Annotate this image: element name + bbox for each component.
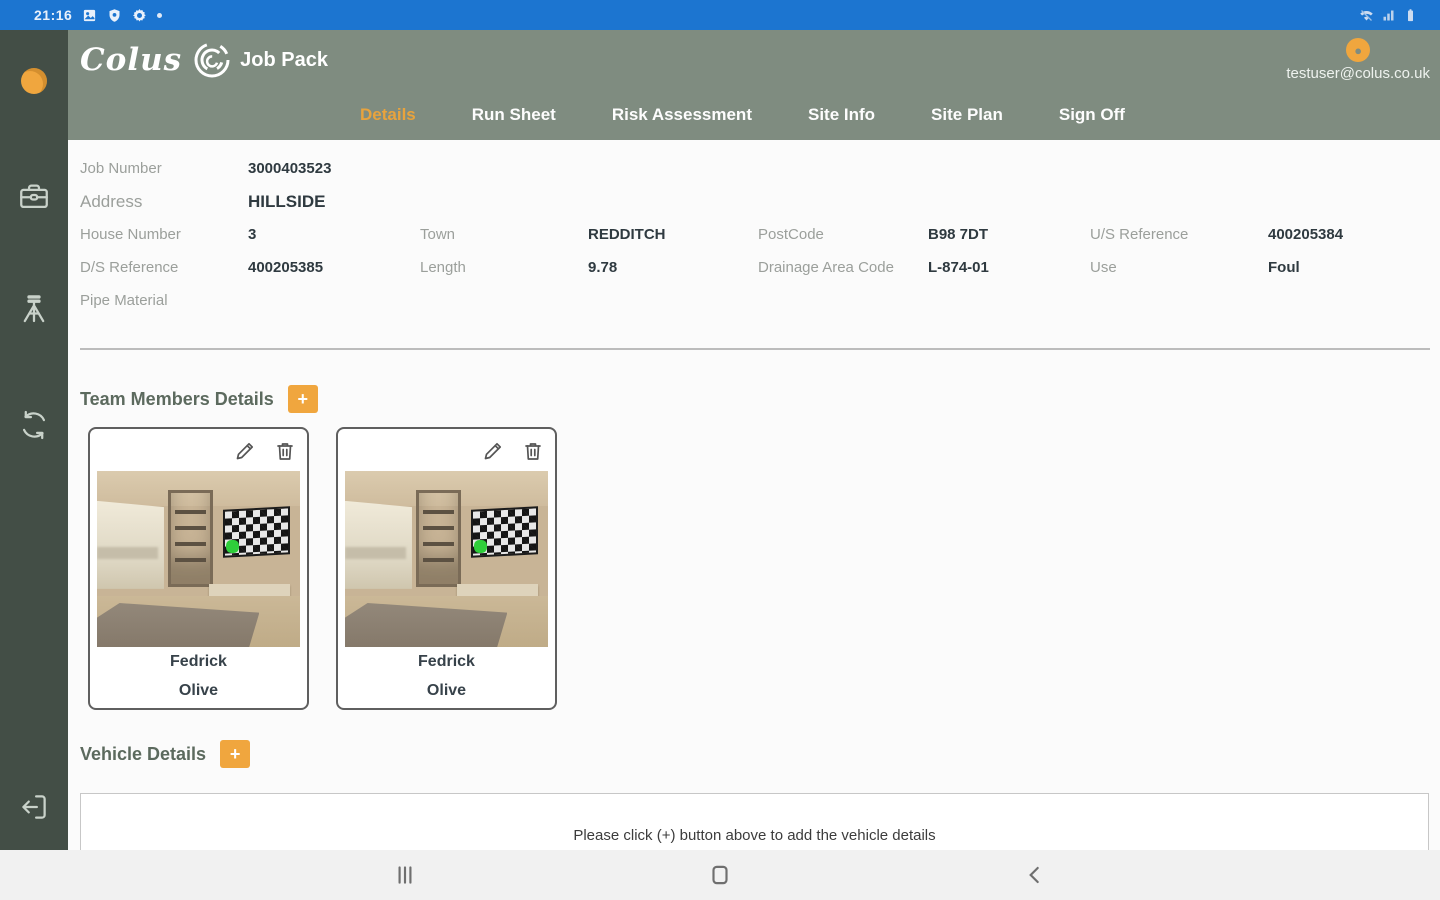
card-actions (481, 439, 545, 463)
photo-horizon (97, 546, 158, 559)
postcode-value: B98 7DT (928, 226, 989, 243)
signal-icon (1383, 10, 1394, 20)
sync-icon (22, 410, 46, 440)
sidebar-item-jobs[interactable] (0, 180, 68, 214)
edit-pencil-icon[interactable] (481, 439, 505, 463)
clock: 21:16 (34, 7, 73, 23)
use-value: Foul (1268, 259, 1300, 276)
colus-swirl-icon (194, 42, 230, 78)
tripod-icon (23, 295, 45, 323)
user-avatar-icon: ● (1346, 38, 1371, 62)
wifi-off-icon (1360, 9, 1373, 21)
vehicle-section-header: Vehicle Details + (80, 740, 251, 768)
section-divider (80, 348, 1430, 350)
team-member-card[interactable]: Fedrick Olive (336, 427, 557, 710)
back-icon[interactable] (1022, 862, 1048, 888)
pipe-material-label: Pipe Material (80, 292, 168, 309)
member-last-name: Olive (426, 682, 467, 699)
photo-window (345, 500, 412, 589)
app-sidebar (0, 30, 68, 850)
tab-risk-assessment[interactable]: Risk Assessment (612, 105, 752, 125)
user-block[interactable]: ● testuser@colus.co.uk (1286, 38, 1430, 82)
screen: 21:16 Colus Job Pack ● testuser@colus.co… (0, 0, 1440, 900)
tab-details[interactable]: Details (360, 105, 416, 125)
member-photo (345, 471, 548, 647)
card-actions (233, 439, 297, 463)
address-label: Address (80, 192, 143, 211)
ds-reference-value: 400205385 (248, 259, 324, 276)
vehicle-empty-message: Please click (+) button above to add the… (573, 827, 936, 844)
green-marker-dot (225, 539, 239, 553)
ds-reference-label: D/S Reference (80, 259, 179, 276)
town-label: Town (420, 226, 456, 243)
drainage-area-code-label: Drainage Area Code (758, 259, 894, 276)
add-team-member-button[interactable]: + (287, 385, 318, 413)
logout-icon (22, 795, 46, 819)
logo-block: Colus Job Pack (80, 38, 328, 82)
photo-shelf (168, 490, 213, 587)
status-bar-left: 21:16 (0, 7, 163, 23)
team-member-card[interactable]: Fedrick Olive (88, 427, 309, 710)
job-number-label: Job Number (80, 160, 162, 177)
gear-icon (133, 8, 147, 22)
postcode-label: PostCode (758, 226, 824, 243)
member-last-name: Olive (178, 682, 219, 699)
house-number-value: 3 (248, 226, 257, 243)
briefcase-icon (20, 184, 48, 209)
member-first-name: Fedrick (170, 653, 227, 670)
battery-icon (1408, 8, 1413, 21)
tab-site-plan[interactable]: Site Plan (931, 105, 1003, 125)
add-vehicle-button[interactable]: + (220, 740, 251, 768)
logo-text: Colus (80, 42, 183, 78)
tab-site-info[interactable]: Site Info (808, 105, 875, 125)
pipe-material-value (248, 284, 1432, 317)
user-email: testuser@colus.co.uk (1286, 65, 1430, 82)
tab-bar: Details Run Sheet Risk Assessment Site I… (360, 105, 1125, 125)
android-nav-bar (0, 850, 1440, 900)
team-members-title: Team Members Details (80, 388, 274, 409)
status-bar-right (1359, 8, 1440, 23)
address-value: HILLSIDE (248, 192, 326, 211)
status-dot-icon (21, 68, 47, 94)
tab-sign-off[interactable]: Sign Off (1059, 105, 1125, 125)
member-first-name: Fedrick (418, 653, 475, 670)
sidebar-item-survey[interactable] (0, 292, 68, 326)
android-status-bar: 21:16 (0, 0, 1440, 30)
photo-shelf (416, 490, 461, 587)
member-photo (97, 471, 300, 647)
home-icon[interactable] (707, 862, 733, 888)
job-number-value: 3000403523 (248, 160, 332, 177)
use-label: Use (1090, 259, 1117, 276)
edit-pencil-icon[interactable] (233, 439, 257, 463)
house-number-label: House Number (80, 226, 181, 243)
us-reference-label: U/S Reference (1090, 226, 1189, 243)
sidebar-item-sync[interactable] (0, 408, 68, 442)
us-reference-value: 400205384 (1268, 226, 1344, 243)
delete-trash-icon[interactable] (521, 439, 545, 463)
team-members-section-header: Team Members Details + (80, 385, 318, 413)
sidebar-item-logout[interactable] (0, 790, 68, 824)
green-marker-dot (473, 539, 487, 553)
length-label: Length (420, 259, 466, 276)
vehicle-empty-panel: Please click (+) button above to add the… (80, 793, 1429, 850)
length-value: 9.78 (588, 259, 618, 276)
details-page: Job Number 3000403523 Address HILLSIDE H… (68, 140, 1440, 850)
app-title: Job Pack (240, 48, 328, 71)
shield-icon (109, 8, 120, 22)
job-details-form: Job Number 3000403523 Address HILLSIDE H… (80, 152, 1432, 317)
town-value: REDDITCH (588, 226, 666, 243)
screenshot-icon (84, 9, 96, 21)
sidebar-status-indicator[interactable] (0, 68, 68, 94)
delete-trash-icon[interactable] (273, 439, 297, 463)
vehicle-details-title: Vehicle Details (80, 743, 207, 764)
notification-dot-icon (157, 12, 163, 18)
team-member-cards: Fedrick Olive Fedrick Olive (88, 427, 557, 710)
drainage-area-code-value: L-874-01 (928, 259, 989, 276)
photo-window (97, 500, 164, 589)
photo-horizon (345, 546, 406, 559)
tab-run-sheet[interactable]: Run Sheet (472, 105, 556, 125)
recents-icon[interactable] (392, 862, 418, 888)
